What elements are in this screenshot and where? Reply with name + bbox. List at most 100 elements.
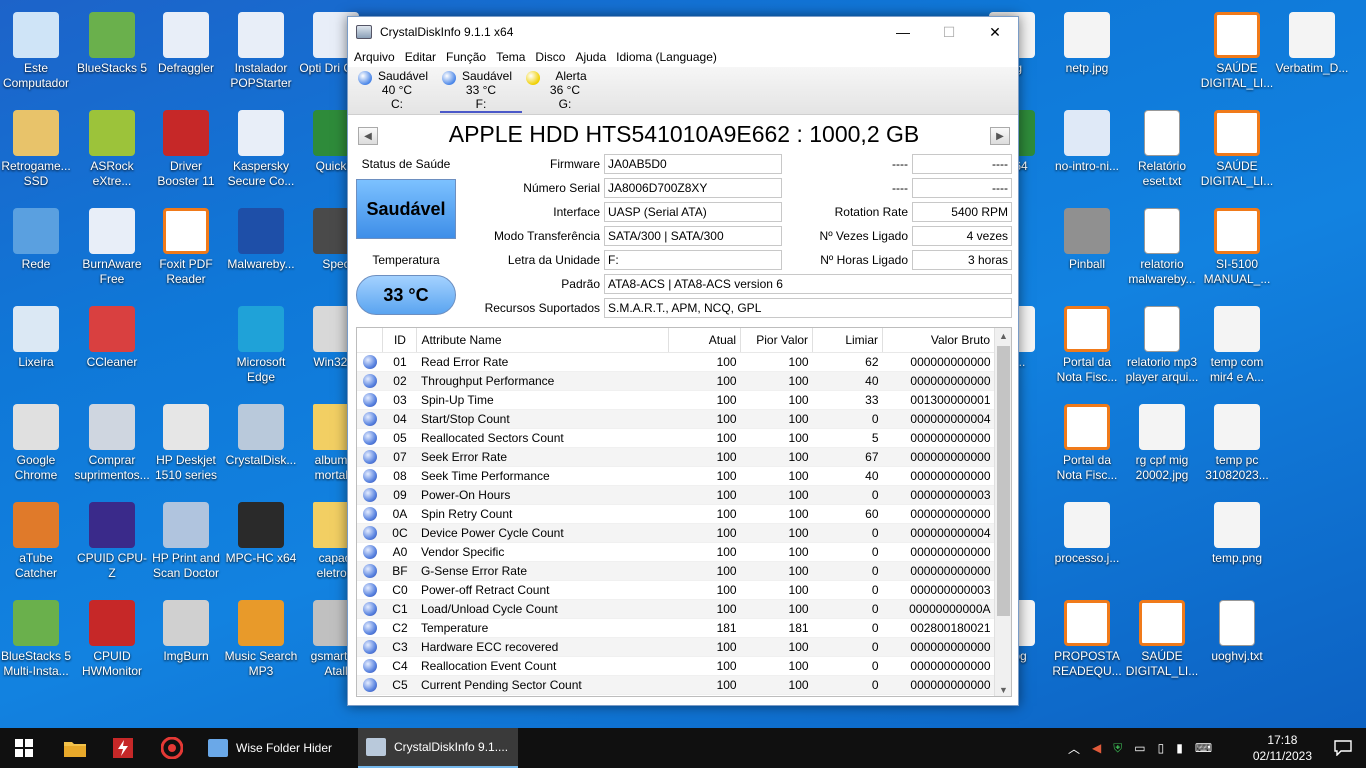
disk-tab[interactable]: Alerta 36 °C G: bbox=[524, 69, 606, 113]
column-attribute-name[interactable]: Attribute Name bbox=[416, 328, 670, 353]
scroll-down-icon[interactable]: ▼ bbox=[995, 682, 1011, 696]
table-row[interactable]: C4 Reallocation Event Count 100 100 0 0000000… bbox=[357, 656, 995, 676]
menu-item[interactable]: Arquivo bbox=[354, 50, 395, 64]
desktop-icon[interactable]: processo.j... bbox=[1049, 502, 1125, 566]
column-current[interactable]: Atual bbox=[668, 328, 742, 353]
desktop-icon[interactable]: BlueStacks 5 Multi-Insta... bbox=[0, 600, 74, 679]
desktop-icon[interactable]: SAÚDE DIGITAL_LI... bbox=[1124, 600, 1200, 679]
table-row[interactable]: BF G-Sense Error Rate 100 100 0 000000000000 bbox=[357, 561, 995, 581]
network-icon[interactable]: ▭ bbox=[1134, 741, 1145, 755]
menu-item[interactable]: Função bbox=[446, 50, 486, 64]
desktop-icon[interactable]: no-intro-ni... bbox=[1049, 110, 1125, 174]
desktop-icon[interactable]: temp com mir4 e A... bbox=[1199, 306, 1275, 385]
desktop-icon[interactable]: Portal da Nota Fisc... bbox=[1049, 404, 1125, 483]
desktop-icon[interactable]: Defraggler bbox=[148, 12, 224, 76]
desktop-icon[interactable]: Retrogame... SSD bbox=[0, 110, 74, 189]
table-row[interactable]: 04 Start/Stop Count 100 100 0 000000000004 bbox=[357, 409, 995, 429]
desktop-icon[interactable]: netp.jpg bbox=[1049, 12, 1125, 76]
scroll-up-icon[interactable]: ▲ bbox=[995, 328, 1011, 344]
desktop-icon[interactable]: SI-5100 MANUAL_... bbox=[1199, 208, 1275, 287]
desktop-icon[interactable]: uoghvj.txt bbox=[1199, 600, 1275, 664]
menu-item[interactable]: Ajuda bbox=[575, 50, 606, 64]
taskbar-task-wise-folder-hider[interactable]: Wise Folder Hider bbox=[200, 728, 356, 768]
table-row[interactable]: C3 Hardware ECC recovered 100 100 0 000000000… bbox=[357, 637, 995, 657]
desktop-icon[interactable]: HP Print and Scan Doctor bbox=[148, 502, 224, 581]
system-clock[interactable]: 17:18 02/11/2023 bbox=[1253, 732, 1312, 764]
desktop-icon[interactable]: relatorio mp3 player arqui... bbox=[1124, 306, 1200, 385]
chevron-up-icon[interactable]: ︿ bbox=[1068, 740, 1080, 757]
menu-item[interactable]: Idioma (Language) bbox=[616, 50, 717, 64]
table-row[interactable]: 07 Seek Error Rate 100 100 67 000000000000 bbox=[357, 447, 995, 467]
desktop-icon[interactable]: aTube Catcher bbox=[0, 502, 74, 581]
menu-item[interactable]: Disco bbox=[535, 50, 565, 64]
hwmonitor-taskbar-button[interactable] bbox=[100, 728, 146, 768]
health-status-badge[interactable]: Saudável bbox=[356, 179, 456, 239]
desktop-icon[interactable]: CrystalDisk... bbox=[223, 404, 299, 468]
desktop-icon[interactable]: SAÚDE DIGITAL_LI... bbox=[1199, 12, 1275, 91]
disk-tab[interactable]: Saudável 33 °C F: bbox=[440, 69, 522, 113]
desktop-icon[interactable]: Music Search MP3 bbox=[223, 600, 299, 679]
table-row[interactable]: C2 Temperature 181 181 0 002800180021 bbox=[357, 618, 995, 638]
table-row[interactable]: 03 Spin-Up Time 100 100 33 001300000001 bbox=[357, 390, 995, 410]
desktop-icon[interactable]: Malwareby... bbox=[223, 208, 299, 272]
security-shield-icon[interactable]: ⛨ bbox=[1113, 741, 1122, 756]
keyboard-icon[interactable]: ⌨ bbox=[1195, 741, 1212, 755]
desktop-icon[interactable]: MPC-HC x64 bbox=[223, 502, 299, 566]
menu-item[interactable]: Editar bbox=[405, 50, 436, 64]
taskbar-task-crystaldiskinfo[interactable]: CrystalDiskInfo 9.1.... bbox=[358, 728, 518, 768]
desktop-icon[interactable]: CPUID CPU-Z bbox=[74, 502, 150, 581]
driver-booster-taskbar-button[interactable] bbox=[148, 728, 196, 768]
desktop-icon[interactable]: Kaspersky Secure Co... bbox=[223, 110, 299, 189]
table-row[interactable]: A0 Vendor Specific 100 100 0 000000000000 bbox=[357, 542, 995, 562]
table-row[interactable]: 09 Power-On Hours 100 100 0 000000000003 bbox=[357, 485, 995, 505]
desktop-icon[interactable]: CPUID HWMonitor bbox=[74, 600, 150, 679]
desktop-icon[interactable]: temp pc 31082023... bbox=[1199, 404, 1275, 483]
desktop-icon[interactable]: Portal da Nota Fisc... bbox=[1049, 306, 1125, 385]
column-threshold[interactable]: Limiar bbox=[812, 328, 883, 353]
desktop-icon[interactable]: SAÚDE DIGITAL_LI... bbox=[1199, 110, 1275, 189]
desktop-icon[interactable]: Este Computador bbox=[0, 12, 74, 91]
table-row[interactable]: C5 Current Pending Sector Count 100 100 0 000… bbox=[357, 675, 995, 695]
table-row[interactable]: 01 Read Error Rate 100 100 62 000000000000 bbox=[357, 352, 995, 372]
vertical-scrollbar[interactable]: ▲ ▼ bbox=[994, 328, 1011, 696]
table-row[interactable]: 08 Seek Time Performance 100 100 40 000000000… bbox=[357, 466, 995, 486]
disk-tab[interactable]: Saudável 40 °C C: bbox=[356, 69, 438, 113]
desktop-icon[interactable]: Microsoft Edge bbox=[223, 306, 299, 385]
desktop-icon[interactable]: Verbatim_D... bbox=[1274, 12, 1350, 76]
column-id[interactable]: ID bbox=[382, 328, 418, 353]
title-bar[interactable]: CrystalDiskInfo 9.1.1 x64 — ☐ ✕ bbox=[348, 17, 1018, 47]
scrollbar-thumb[interactable] bbox=[997, 346, 1010, 616]
desktop-icon[interactable]: Comprar suprimentos... bbox=[74, 404, 150, 483]
desktop-icon[interactable]: ASRock eXtre... bbox=[74, 110, 150, 189]
minimize-button[interactable]: — bbox=[880, 17, 926, 47]
desktop-icon[interactable]: PROPOSTA READEQU... bbox=[1049, 600, 1125, 679]
desktop-icon[interactable]: Google Chrome bbox=[0, 404, 74, 483]
desktop-icon[interactable]: Instalador POPStarter bbox=[223, 12, 299, 91]
table-row[interactable]: 05 Reallocated Sectors Count 100 100 5 000000… bbox=[357, 428, 995, 448]
column-worst[interactable]: Pior Valor bbox=[740, 328, 814, 353]
desktop-icon[interactable]: BlueStacks 5 bbox=[74, 12, 150, 76]
menu-item[interactable]: Tema bbox=[496, 50, 525, 64]
desktop-icon[interactable]: Foxit PDF Reader bbox=[148, 208, 224, 287]
table-row[interactable]: 02 Throughput Performance 100 100 40 00000000… bbox=[357, 371, 995, 391]
column-raw-value[interactable]: Valor Bruto bbox=[882, 328, 995, 353]
power-icon[interactable]: ▮ bbox=[1176, 741, 1183, 755]
volume-muted-icon[interactable]: ◀ bbox=[1092, 741, 1101, 755]
desktop-icon[interactable]: Rede bbox=[0, 208, 74, 272]
desktop-icon[interactable]: rg cpf mig 20002.jpg bbox=[1124, 404, 1200, 483]
close-button[interactable]: ✕ bbox=[972, 17, 1018, 47]
desktop-icon[interactable]: Pinball bbox=[1049, 208, 1125, 272]
file-explorer-button[interactable] bbox=[52, 728, 98, 768]
smart-attributes-table[interactable]: ID Attribute Name Atual Pior Valor Limia… bbox=[356, 327, 1012, 697]
usb-icon[interactable]: ▯ bbox=[1158, 741, 1165, 755]
desktop-icon[interactable]: relatorio malwareby... bbox=[1124, 208, 1200, 287]
table-row[interactable]: C1 Load/Unload Cycle Count 100 100 0 00000000… bbox=[357, 599, 995, 619]
table-row[interactable]: 0C Device Power Cycle Count 100 100 0 0000000… bbox=[357, 523, 995, 543]
desktop-icon[interactable]: HP Deskjet 1510 series bbox=[148, 404, 224, 483]
desktop-icon[interactable]: ImgBurn bbox=[148, 600, 224, 664]
desktop-icon[interactable]: Driver Booster 11 bbox=[148, 110, 224, 189]
desktop-icon[interactable]: BurnAware Free bbox=[74, 208, 150, 287]
desktop-icon[interactable]: Lixeira bbox=[0, 306, 74, 370]
desktop-icon[interactable]: temp.png bbox=[1199, 502, 1275, 566]
temperature-badge[interactable]: 33 °C bbox=[356, 275, 456, 315]
